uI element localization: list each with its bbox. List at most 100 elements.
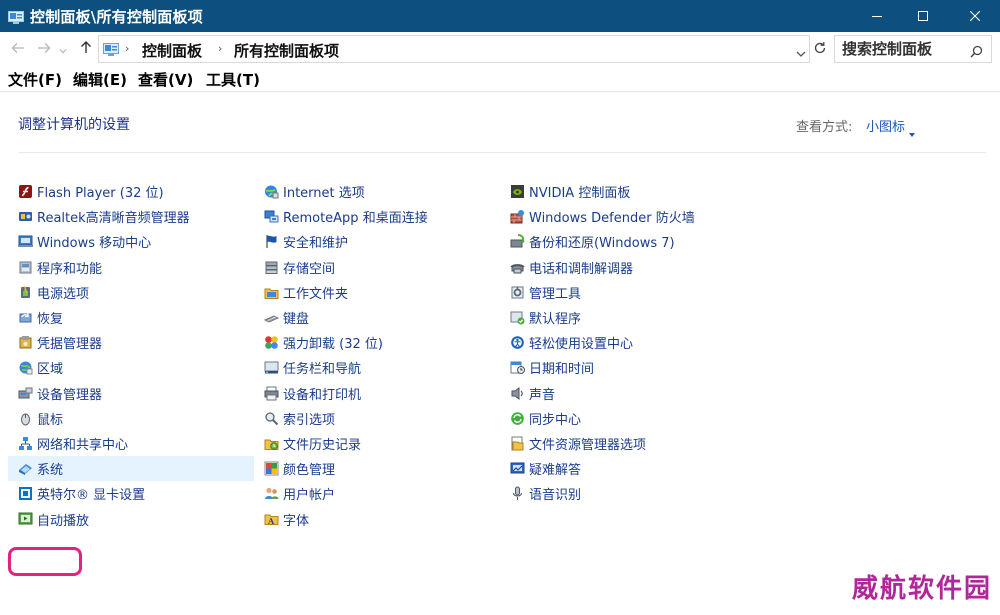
control-panel-item[interactable]: 颜色管理: [254, 456, 494, 481]
control-panel-item-label[interactable]: 字体: [283, 510, 309, 529]
menu-tools[interactable]: 工具(T): [206, 69, 260, 90]
control-panel-item[interactable]: 程序和功能: [8, 255, 248, 280]
control-panel-item-label[interactable]: 日期和时间: [529, 358, 594, 377]
control-panel-item-label[interactable]: 安全和维护: [283, 232, 348, 251]
control-panel-item-label[interactable]: 备份和还原(Windows 7): [529, 232, 675, 251]
control-panel-item-label[interactable]: 任务栏和导航: [283, 358, 361, 377]
address-history-chevron-icon[interactable]: [795, 44, 807, 57]
breadcrumb-control-panel[interactable]: 控制面板: [142, 40, 202, 61]
control-panel-item-label[interactable]: Windows 移动中心: [37, 232, 151, 251]
control-panel-item[interactable]: A 字体: [254, 506, 494, 531]
control-panel-item[interactable]: Windows 移动中心: [8, 229, 248, 254]
control-panel-item[interactable]: Windows Defender 防火墙: [500, 204, 740, 229]
control-panel-item-label[interactable]: 管理工具: [529, 283, 581, 302]
menu-file[interactable]: 文件(F): [8, 69, 62, 90]
caret-down-icon[interactable]: [909, 122, 915, 137]
control-panel-item-label[interactable]: 自动播放: [37, 510, 89, 529]
control-panel-item[interactable]: 设备管理器: [8, 381, 248, 406]
view-by-dropdown[interactable]: 小图标: [866, 116, 905, 135]
control-panel-item-label[interactable]: Windows Defender 防火墙: [529, 207, 695, 226]
breadcrumb-separator-icon[interactable]: ›: [125, 42, 129, 55]
control-panel-item-label[interactable]: 用户帐户: [283, 484, 335, 503]
control-panel-item-label[interactable]: Flash Player (32 位): [37, 182, 164, 201]
control-panel-item-label[interactable]: 设备和打印机: [283, 384, 361, 403]
control-panel-item[interactable]: Realtek高清晰音频管理器: [8, 204, 248, 229]
control-panel-item-label[interactable]: 键盘: [283, 308, 309, 327]
control-panel-item[interactable]: NVIDIA 控制面板: [500, 179, 740, 204]
recent-locations-button[interactable]: [58, 40, 68, 56]
back-button[interactable]: [10, 40, 26, 56]
control-panel-item-label[interactable]: 强力卸载 (32 位): [283, 333, 383, 352]
control-panel-item[interactable]: 同步中心: [500, 406, 740, 431]
control-panel-item[interactable]: 索引选项: [254, 406, 494, 431]
control-panel-item[interactable]: 任务栏和导航: [254, 355, 494, 380]
control-panel-item-label[interactable]: 文件历史记录: [283, 434, 361, 453]
control-panel-item-label[interactable]: 语音识别: [529, 484, 581, 503]
breadcrumb-all-items[interactable]: 所有控制面板项: [234, 40, 339, 61]
control-panel-item-label[interactable]: 电话和调制解调器: [529, 258, 633, 277]
forward-button[interactable]: [36, 40, 52, 56]
control-panel-item[interactable]: 声音: [500, 381, 740, 406]
control-panel-item-label[interactable]: Internet 选项: [283, 182, 365, 201]
control-panel-item[interactable]: Flash Player (32 位): [8, 179, 248, 204]
control-panel-item[interactable]: 语音识别: [500, 481, 740, 506]
maximize-button[interactable]: [900, 0, 946, 32]
control-panel-item[interactable]: 存储空间: [254, 255, 494, 280]
control-panel-item-label[interactable]: Realtek高清晰音频管理器: [37, 207, 190, 226]
control-panel-item[interactable]: 鼠标: [8, 406, 248, 431]
control-panel-item-label[interactable]: 默认程序: [529, 308, 581, 327]
refresh-button[interactable]: [812, 40, 828, 58]
control-panel-item[interactable]: 日期和时间: [500, 355, 740, 380]
menu-view[interactable]: 查看(V): [138, 69, 193, 90]
control-panel-item[interactable]: 键盘: [254, 305, 494, 330]
control-panel-item[interactable]: 设备和打印机: [254, 381, 494, 406]
control-panel-item-label[interactable]: 同步中心: [529, 409, 581, 428]
breadcrumb-separator-icon[interactable]: ›: [218, 42, 222, 55]
control-panel-item-label[interactable]: NVIDIA 控制面板: [529, 182, 630, 201]
up-button[interactable]: [78, 40, 94, 56]
control-panel-item-label[interactable]: 存储空间: [283, 258, 335, 277]
control-panel-item[interactable]: 网络和共享中心: [8, 431, 248, 456]
control-panel-item[interactable]: Internet 选项: [254, 179, 494, 204]
control-panel-item-label[interactable]: 文件资源管理器选项: [529, 434, 646, 453]
control-panel-item[interactable]: 备份和还原(Windows 7): [500, 229, 740, 254]
control-panel-item[interactable]: 系统: [8, 456, 254, 482]
control-panel-item-label[interactable]: 凭据管理器: [37, 333, 102, 352]
control-panel-item[interactable]: 恢复: [8, 305, 248, 330]
control-panel-item-label[interactable]: 系统: [37, 459, 63, 478]
control-panel-item[interactable]: 区域: [8, 355, 248, 380]
control-panel-item[interactable]: 凭据管理器: [8, 330, 248, 355]
control-panel-item[interactable]: 工作文件夹: [254, 280, 494, 305]
search-icon[interactable]: [970, 43, 983, 58]
control-panel-item-label[interactable]: 设备管理器: [37, 384, 102, 403]
control-panel-item-label[interactable]: 区域: [37, 358, 63, 377]
control-panel-item-label[interactable]: 索引选项: [283, 409, 335, 428]
control-panel-item-label[interactable]: 声音: [529, 384, 555, 403]
control-panel-item-label[interactable]: 工作文件夹: [283, 283, 348, 302]
control-panel-item[interactable]: 疑难解答: [500, 456, 740, 481]
search-input[interactable]: [842, 39, 967, 59]
control-panel-item[interactable]: 默认程序: [500, 305, 740, 330]
control-panel-item-label[interactable]: 网络和共享中心: [37, 434, 128, 453]
control-panel-item[interactable]: RemoteApp 和桌面连接: [254, 204, 494, 229]
control-panel-item-label[interactable]: 英特尔® 显卡设置: [37, 484, 145, 503]
search-box[interactable]: [834, 35, 992, 63]
control-panel-item[interactable]: 英特尔® 显卡设置: [8, 481, 248, 506]
control-panel-item-label[interactable]: RemoteApp 和桌面连接: [283, 207, 428, 226]
control-panel-item[interactable]: 文件资源管理器选项: [500, 431, 740, 456]
control-panel-item[interactable]: 轻松使用设置中心: [500, 330, 740, 355]
menu-edit[interactable]: 编辑(E): [73, 69, 127, 90]
address-bar[interactable]: › 控制面板 › 所有控制面板项: [98, 35, 810, 63]
close-button[interactable]: [952, 0, 998, 32]
control-panel-item[interactable]: 自动播放: [8, 506, 248, 531]
minimize-button[interactable]: [854, 0, 900, 32]
control-panel-item-label[interactable]: 程序和功能: [37, 258, 102, 277]
control-panel-item[interactable]: 电话和调制解调器: [500, 255, 740, 280]
control-panel-item-label[interactable]: 轻松使用设置中心: [529, 333, 633, 352]
control-panel-item-label[interactable]: 颜色管理: [283, 459, 335, 478]
control-panel-item-label[interactable]: 鼠标: [37, 409, 63, 428]
control-panel-item-label[interactable]: 电源选项: [37, 283, 89, 302]
control-panel-item[interactable]: 用户帐户: [254, 481, 494, 506]
control-panel-item[interactable]: 安全和维护: [254, 229, 494, 254]
control-panel-item[interactable]: 强力卸载 (32 位): [254, 330, 494, 355]
